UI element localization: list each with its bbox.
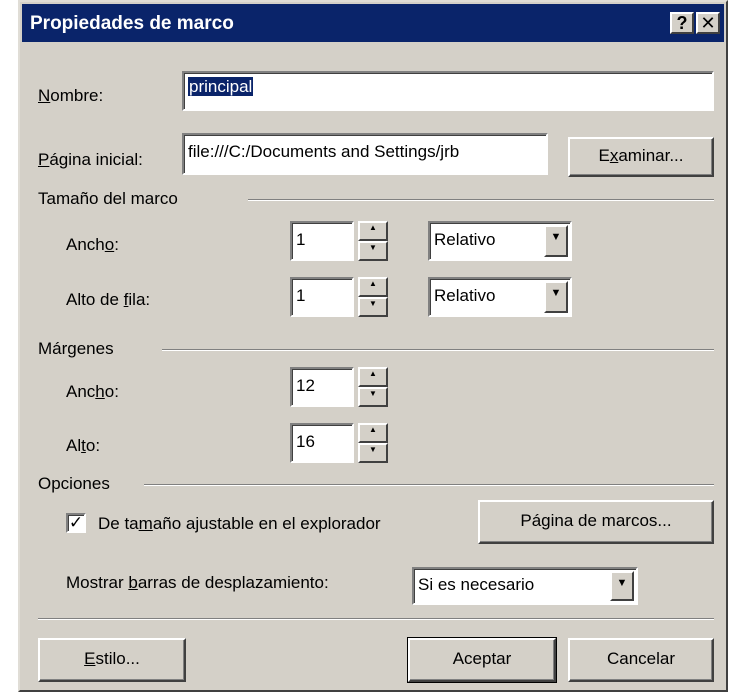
scrollbars-label: Mostrar barras de desplazamiento: <box>66 573 329 593</box>
resizable-label[interactable]: De tamaño ajustable en el explorador <box>98 514 381 534</box>
margins-divider <box>162 349 714 351</box>
initial-page-label-accel: P <box>38 150 50 169</box>
title-bar: Propiedades de marco ? ✕ <box>22 4 724 42</box>
row-height-value: 1 <box>296 286 306 305</box>
frames-page-button[interactable]: Página de marcos... <box>478 500 714 544</box>
frame-width-spinner[interactable]: ▲ ▼ <box>358 221 388 261</box>
name-label: Nombre: <box>38 86 103 106</box>
frame-size-heading: Tamaño del marco <box>38 189 178 208</box>
initial-page-label-rest: ágina inicial: <box>49 150 143 169</box>
footer-divider <box>38 618 714 620</box>
resizable-label-a: De ta <box>98 514 139 533</box>
spin-down-icon[interactable]: ▼ <box>358 297 388 317</box>
margin-width-label-c: o: <box>104 382 119 401</box>
name-label-accel: N <box>38 86 51 105</box>
row-height-label-c: ila: <box>128 290 151 309</box>
spin-up-icon[interactable]: ▲ <box>358 423 388 443</box>
margin-height-label-a: Al <box>66 436 82 455</box>
help-button[interactable]: ? <box>670 12 694 34</box>
margin-width-label-a: Anc <box>66 382 96 401</box>
spin-down-icon[interactable]: ▼ <box>358 387 388 407</box>
browse-label-c: aminar... <box>618 146 684 165</box>
scrollbars-label-accel: b <box>128 573 138 592</box>
frame-width-input[interactable]: 1 <box>290 221 354 261</box>
margins-heading: Márgenes <box>38 339 114 358</box>
style-label-accel: E <box>84 649 96 668</box>
row-height-label-a: Alto de <box>66 290 124 309</box>
margin-width-spinner[interactable]: ▲ ▼ <box>358 367 388 407</box>
spin-down-icon[interactable]: ▼ <box>358 241 388 261</box>
margin-height-label: Alto: <box>66 436 100 456</box>
margin-width-label: Ancho: <box>66 382 119 402</box>
scrollbars-select[interactable]: Si es necesario ▼ <box>412 567 638 605</box>
margin-height-value: 16 <box>296 432 315 451</box>
spin-up-icon[interactable]: ▲ <box>358 367 388 387</box>
resizable-label-c: año ajustable en el explorador <box>152 514 381 533</box>
margin-width-label-accel: h <box>95 382 105 401</box>
spin-up-icon[interactable]: ▲ <box>358 221 388 241</box>
row-height-unit-value: Relativo <box>434 286 496 305</box>
row-height-unit-select[interactable]: Relativo ▼ <box>428 277 572 317</box>
scrollbars-value: Si es necesario <box>418 575 535 594</box>
name-label-rest: ombre: <box>50 86 104 105</box>
browse-label-a: E <box>598 146 610 165</box>
frame-width-unit-select[interactable]: Relativo ▼ <box>428 221 572 261</box>
row-height-input[interactable]: 1 <box>290 277 354 317</box>
resizable-label-accel: m <box>138 514 153 533</box>
frame-width-unit-value: Relativo <box>434 230 496 249</box>
frame-width-label-c: : <box>114 235 119 254</box>
spin-up-icon[interactable]: ▲ <box>358 277 388 297</box>
ok-button[interactable]: Aceptar <box>407 637 557 683</box>
name-input[interactable]: principal <box>182 71 714 111</box>
style-label-rest: stilo... <box>95 649 140 668</box>
browse-button[interactable]: Examinar... <box>568 137 714 177</box>
scrollbars-label-c: arras de desplazamiento: <box>137 573 329 592</box>
margin-width-value: 12 <box>296 376 315 395</box>
spin-down-icon[interactable]: ▼ <box>358 443 388 463</box>
resizable-checkbox[interactable]: ✓ <box>66 513 86 533</box>
dropdown-arrow-icon[interactable]: ▼ <box>544 225 568 257</box>
dropdown-arrow-icon[interactable]: ▼ <box>610 571 634 601</box>
margin-height-spinner[interactable]: ▲ ▼ <box>358 423 388 463</box>
name-input-value: principal <box>188 77 254 96</box>
dropdown-arrow-icon[interactable]: ▼ <box>544 281 568 313</box>
style-button[interactable]: Estilo... <box>38 638 186 682</box>
margin-width-input[interactable]: 12 <box>290 367 354 407</box>
initial-page-input[interactable]: file:///C:/Documents and Settings/jrb <box>182 133 548 175</box>
row-height-label: Alto de fila: <box>66 290 150 310</box>
close-button[interactable]: ✕ <box>696 12 720 34</box>
cancel-button[interactable]: Cancelar <box>568 638 714 682</box>
frame-width-label-accel: o <box>104 235 115 254</box>
frame-size-divider <box>248 199 714 201</box>
frame-width-label-a: Anch <box>66 235 105 254</box>
options-divider <box>144 484 714 486</box>
margin-height-label-c: o: <box>85 436 101 455</box>
margin-height-input[interactable]: 16 <box>290 423 354 463</box>
initial-page-label: Página inicial: <box>38 150 143 170</box>
row-height-spinner[interactable]: ▲ ▼ <box>358 277 388 317</box>
frame-width-value: 1 <box>296 230 306 249</box>
initial-page-value: file:///C:/Documents and Settings/jrb <box>188 142 460 161</box>
dialog-title: Propiedades de marco <box>30 13 234 34</box>
frame-properties-dialog: Propiedades de marco ? ✕ Nombre: princip… <box>18 0 728 692</box>
frame-width-label: Ancho: <box>66 235 119 255</box>
options-heading: Opciones <box>38 474 110 493</box>
scrollbars-label-a: Mostrar <box>66 573 129 592</box>
